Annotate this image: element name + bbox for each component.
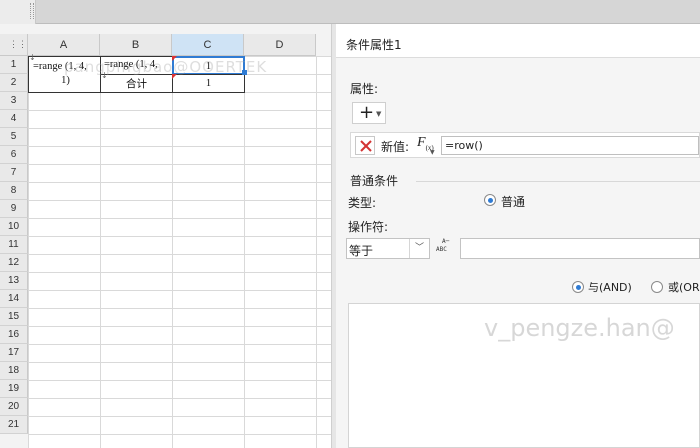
delete-button[interactable] [355, 136, 375, 155]
condition-properties-panel: 条件属性1 属性: + ▼ 新值: F(x) ▼ =row() 普通条件 类型:… [336, 24, 700, 448]
expand-arrow-a1-icon: ↓ [29, 53, 36, 62]
and-radio[interactable] [572, 281, 584, 293]
panel-watermark: v_pengze.han@ [484, 314, 675, 342]
panel-title: 条件属性1 [346, 38, 402, 52]
new-value-row: 新值: F(x) ▼ =row() [350, 132, 700, 158]
type-normal-radio[interactable] [484, 194, 496, 206]
abc-type-icon[interactable]: A─ ABC [436, 238, 456, 260]
chevron-down-icon: ▼ [376, 110, 382, 118]
or-radio[interactable] [651, 281, 663, 293]
operator-value-input[interactable] [460, 238, 700, 259]
formula-caret-icon[interactable]: ▼ [430, 149, 435, 156]
sheet-watermark: pangpingbao@OOERTEK [64, 58, 268, 76]
operator-select[interactable]: 等于 ﹀ [346, 238, 430, 259]
fx-letter: F [417, 135, 426, 150]
type-normal-label: 普通 [501, 195, 526, 209]
top-toolbar [0, 0, 700, 24]
common-condition-label: 普通条件 [350, 174, 399, 188]
chevron-down-icon[interactable]: ﹀ [409, 239, 429, 258]
operator-value: 等于 [349, 244, 374, 258]
formula-input[interactable]: =row() [441, 136, 699, 155]
section-divider [416, 181, 700, 182]
operator-label: 操作符: [348, 220, 389, 234]
panel-titlebar: 条件属性1 [336, 24, 700, 58]
cell-a1-text-2: 1) [61, 75, 70, 86]
cells-layer: =range (1, 4, 1) =range (1, 4, 合计 1 1 ↓ … [0, 24, 336, 448]
abc-bottom: ABC [436, 246, 447, 253]
cell-c2[interactable]: 1 [172, 74, 245, 93]
type-label: 类型: [348, 196, 377, 210]
add-property-button[interactable]: + ▼ [352, 102, 386, 124]
or-label: 或(OR [668, 281, 700, 294]
toolbar-grip-icon[interactable] [30, 3, 34, 19]
and-label: 与(AND) [588, 281, 632, 294]
property-label: 属性: [350, 82, 379, 96]
abc-top: A─ [442, 238, 450, 245]
plus-icon: + [359, 102, 375, 123]
cell-b2[interactable]: 合计 [100, 74, 173, 93]
new-value-label: 新值: [381, 140, 410, 154]
close-icon [360, 140, 372, 152]
